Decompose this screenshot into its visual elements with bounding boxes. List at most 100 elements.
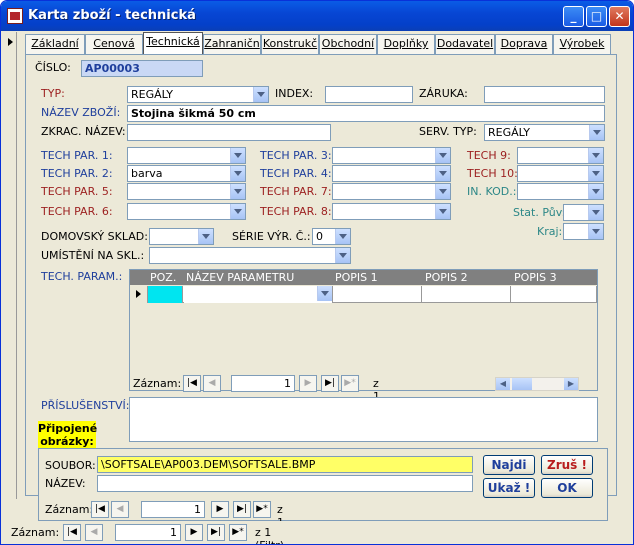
chevron-down-icon[interactable]	[335, 229, 350, 244]
tab-zakladni[interactable]: Základní	[25, 34, 85, 54]
tp5-combo[interactable]	[127, 183, 246, 200]
kraj-combo[interactable]	[563, 223, 604, 240]
chevron-down-icon[interactable]	[253, 87, 268, 102]
tab-obchodni[interactable]: Obchodní	[319, 34, 377, 54]
typ-combo[interactable]: REGÁLY	[127, 86, 269, 103]
chevron-down-icon[interactable]	[335, 248, 350, 263]
chevron-down-icon[interactable]	[230, 166, 245, 181]
last-record-button[interactable]: ▶|	[321, 375, 339, 392]
tp6-combo[interactable]	[127, 203, 246, 220]
record-number-field[interactable]: 1	[141, 501, 205, 518]
scroll-thumb[interactable]	[512, 378, 532, 390]
tp3-combo[interactable]	[332, 147, 451, 164]
index-field[interactable]	[325, 86, 413, 103]
tab-cenova[interactable]: Cenová	[85, 34, 143, 54]
tab-doplnky[interactable]: Doplňky	[377, 34, 435, 54]
maximize-button[interactable]: □	[586, 6, 607, 27]
ukaz-button[interactable]: Ukaž !	[483, 478, 535, 498]
stat-combo[interactable]	[563, 204, 604, 221]
chevron-down-icon[interactable]	[198, 229, 213, 244]
chevron-down-icon[interactable]	[435, 204, 450, 219]
nav-total: z 1 (Filtr)	[255, 526, 284, 544]
horizontal-scrollbar[interactable]: ◀ ▶	[495, 377, 579, 391]
tab-vyrobek[interactable]: Výrobek	[553, 34, 611, 54]
row-selector-arrow-icon[interactable]	[130, 286, 148, 303]
scroll-left-icon[interactable]: ◀	[496, 378, 510, 390]
prislus-field[interactable]	[129, 397, 598, 442]
tp2-combo[interactable]: barva	[127, 165, 246, 182]
prev-record-button[interactable]: ◀	[111, 501, 129, 518]
new-record-button[interactable]: ▶*	[341, 375, 359, 392]
table-row[interactable]	[130, 286, 597, 303]
last-record-button[interactable]: ▶|	[207, 524, 225, 541]
soubor-field[interactable]: \SOFTSALE\AP003.DEM\SOFTSALE.BMP	[97, 456, 473, 473]
next-record-button[interactable]: ▶	[299, 375, 317, 392]
minimize-button[interactable]: _	[563, 6, 584, 27]
first-record-button[interactable]: |◀	[183, 375, 201, 392]
next-record-button[interactable]: ▶	[185, 524, 203, 541]
record-selector[interactable]	[5, 32, 17, 499]
chevron-down-icon[interactable]	[230, 184, 245, 199]
prev-record-button[interactable]: ◀	[85, 524, 103, 541]
poz-cell[interactable]	[148, 286, 183, 303]
new-record-button[interactable]: ▶*	[253, 501, 271, 518]
close-button[interactable]: ✕	[609, 6, 630, 27]
nazev-parametru-cell[interactable]	[184, 286, 333, 303]
tp10-combo[interactable]	[517, 165, 604, 182]
serv-combo[interactable]: REGÁLY	[484, 124, 605, 141]
chevron-down-icon[interactable]	[230, 204, 245, 219]
tp10-label: TECH 10:	[467, 167, 518, 180]
kraj-label: Kraj:	[537, 225, 563, 238]
chevron-down-icon[interactable]	[588, 184, 603, 199]
popis3-cell[interactable]	[511, 286, 597, 303]
tp1-combo[interactable]	[127, 147, 246, 164]
chevron-down-icon[interactable]	[317, 286, 332, 301]
tp9-combo[interactable]	[517, 147, 604, 164]
title-bar[interactable]: Karta zboží - technická _ □ ✕	[1, 1, 633, 31]
domsklad-combo[interactable]	[149, 228, 214, 245]
tp7-combo[interactable]	[332, 183, 451, 200]
chevron-down-icon[interactable]	[588, 148, 603, 163]
serie-combo[interactable]: 0	[312, 228, 351, 245]
chevron-down-icon[interactable]	[589, 125, 604, 140]
chevron-down-icon[interactable]	[435, 166, 450, 181]
serv-label: SERV. TYP:	[419, 125, 477, 138]
zrus-button[interactable]: Zruš !	[541, 455, 593, 475]
ok-button[interactable]: OK	[541, 478, 593, 498]
record-number-field[interactable]: 1	[231, 375, 295, 392]
tab-dodavatel[interactable]: Dodavatel	[435, 34, 495, 54]
last-record-button[interactable]: ▶|	[233, 501, 251, 518]
popis2-cell[interactable]	[422, 286, 511, 303]
tab-konstrukcni[interactable]: Konstrukč	[261, 34, 319, 54]
chevron-down-icon[interactable]	[230, 148, 245, 163]
zaruka-field[interactable]	[484, 86, 605, 103]
scroll-right-icon[interactable]: ▶	[564, 378, 578, 390]
chevron-down-icon[interactable]	[588, 166, 603, 181]
tab-doprava[interactable]: Doprava	[495, 34, 553, 54]
tp4-combo[interactable]	[332, 165, 451, 182]
nazev-field[interactable]: Stojina šikmá 50 cm	[127, 105, 605, 122]
first-record-button[interactable]: |◀	[91, 501, 109, 518]
tab-technicka[interactable]: Technická	[143, 32, 203, 54]
umisteni-combo[interactable]	[149, 247, 351, 264]
chevron-down-icon[interactable]	[435, 184, 450, 199]
next-record-button[interactable]: ▶	[211, 501, 229, 518]
stat-label: Stat. Pův:	[513, 206, 566, 219]
inkod-combo[interactable]	[517, 183, 604, 200]
cislo-field[interactable]: AP00003	[81, 60, 203, 77]
chevron-down-icon[interactable]	[588, 205, 603, 220]
chevron-down-icon[interactable]	[435, 148, 450, 163]
new-record-button[interactable]: ▶*	[229, 524, 247, 541]
tab-zahranicni[interactable]: Zahraničn	[203, 34, 261, 54]
popis1-cell[interactable]	[333, 286, 422, 303]
prev-record-button[interactable]: ◀	[203, 375, 221, 392]
obr-nazev-field[interactable]	[97, 475, 473, 492]
record-number-field[interactable]: 1	[115, 524, 181, 541]
first-record-button[interactable]: |◀	[63, 524, 81, 541]
tp2-value: barva	[131, 167, 163, 180]
tp8-combo[interactable]	[332, 203, 451, 220]
zkrac-field[interactable]	[127, 124, 331, 141]
najdi-button[interactable]: Najdi	[483, 455, 535, 475]
chevron-down-icon[interactable]	[588, 224, 603, 239]
tp7-label: TECH PAR. 7:	[260, 185, 332, 198]
